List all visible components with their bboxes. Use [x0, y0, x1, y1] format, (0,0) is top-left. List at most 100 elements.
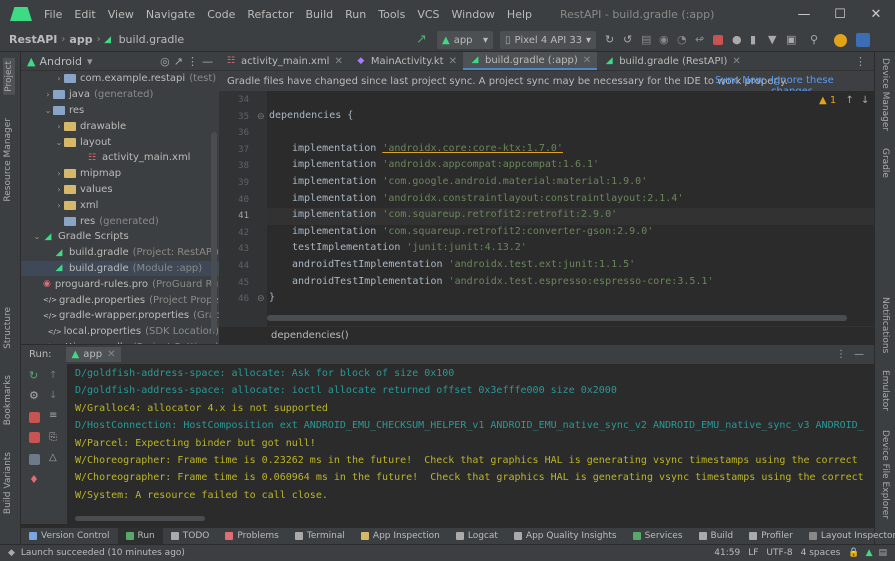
rerun-icon[interactable]: ↻	[605, 34, 617, 46]
fold-marker-icon[interactable]: ⊖	[257, 112, 265, 122]
project-scrollbar[interactable]	[211, 132, 217, 332]
tool-tab-bookmarks[interactable]: Bookmarks	[3, 375, 13, 425]
close-tab-icon[interactable]: ✕	[732, 56, 740, 67]
status-toggle-icon[interactable]: ◆	[8, 548, 15, 558]
code-line[interactable]: androidTestImplementation 'androidx.test…	[292, 276, 713, 287]
print-icon[interactable]: ⎘	[49, 432, 60, 443]
expand-arrow-icon[interactable]: ›	[54, 185, 64, 194]
collapse-all-icon[interactable]: ◎	[160, 55, 170, 68]
menu-refactor[interactable]: Refactor	[241, 8, 299, 21]
editor-tab[interactable]: ◢ build.gradle (:app) ✕	[462, 52, 598, 70]
breadcrumb-file[interactable]: build.gradle	[116, 33, 188, 46]
tree-item[interactable]: res (generated)	[21, 213, 219, 229]
search-icon[interactable]: ⚲	[810, 34, 822, 46]
tree-item[interactable]: › mipmap	[21, 166, 219, 182]
tool-window-button[interactable]: Logcat	[448, 528, 506, 544]
line-separator[interactable]: LF	[748, 548, 758, 558]
sync-gradle-icon[interactable]: ●	[732, 34, 744, 46]
code-line[interactable]: implementation 'com.squareup.retrofit2:r…	[292, 209, 617, 220]
tool-tab-gradle[interactable]: Gradle	[880, 148, 890, 178]
tree-item[interactable]: ⌄ layout	[21, 134, 219, 150]
tree-item[interactable]: </> local.properties (SDK Location)	[21, 324, 219, 340]
tool-window-button[interactable]: Profiler	[741, 528, 801, 544]
tree-item[interactable]: ☷ activity_main.xml	[21, 150, 219, 166]
tree-item[interactable]: ◉proguard-rules.pro(ProGuard Rules	[21, 276, 219, 292]
apply-changes-icon[interactable]: ↺	[623, 34, 635, 46]
tool-window-button[interactable]: Terminal	[287, 528, 353, 544]
expand-arrow-icon[interactable]: ⌄	[54, 138, 64, 147]
expand-arrow-icon[interactable]: ⌄	[43, 106, 53, 115]
expand-arrow-icon[interactable]: ⌄	[32, 232, 42, 241]
tree-item[interactable]: › values	[21, 182, 219, 198]
menu-vcs[interactable]: VCS	[411, 8, 445, 21]
project-view-select[interactable]: Android	[39, 55, 82, 68]
stop-icon[interactable]	[713, 35, 723, 45]
indent-setting[interactable]: 4 spaces	[801, 548, 841, 558]
menu-navigate[interactable]: Navigate	[140, 8, 201, 21]
options-icon[interactable]: ⋮	[187, 55, 198, 68]
scroll-down-icon[interactable]: ↓	[49, 390, 60, 401]
editor-tab[interactable]: ◢ build.gradle (RestAPI) ✕	[597, 52, 747, 70]
tree-item[interactable]: ⌄ res	[21, 103, 219, 119]
code-line[interactable]: implementation 'androidx.appcompat:appco…	[292, 159, 599, 170]
hide-panel-icon[interactable]: —	[854, 349, 864, 360]
tool-tab-resource-manager[interactable]: Resource Manager	[3, 118, 13, 202]
expand-icon[interactable]: ↗	[174, 55, 183, 68]
close-tab-icon[interactable]: ✕	[449, 56, 457, 67]
tab-options-icon[interactable]: ⋮	[855, 55, 866, 68]
tool-tab-build-variants[interactable]: Build Variants	[3, 452, 13, 514]
tree-item[interactable]: ⌄ ◢ Gradle Scripts	[21, 229, 219, 245]
code-line[interactable]: implementation 'androidx.core:core-ktx:1…	[292, 143, 563, 154]
editor-horizontal-scrollbar[interactable]	[267, 315, 847, 321]
tree-item[interactable]: </>gradle-wrapper.properties(Gradle V	[21, 308, 219, 324]
tool-window-button[interactable]: TODO	[163, 528, 218, 544]
menu-view[interactable]: View	[102, 8, 140, 21]
tool-tab-structure[interactable]: Structure	[3, 307, 13, 349]
tree-item[interactable]: › xml	[21, 197, 219, 213]
editor-tab[interactable]: ☷ activity_main.xml ✕	[219, 52, 349, 70]
menu-run[interactable]: Run	[339, 8, 372, 21]
attach-debugger-icon[interactable]: ↫	[695, 34, 707, 46]
expand-arrow-icon[interactable]: ›	[54, 201, 64, 210]
code-line[interactable]: dependencies {	[269, 110, 353, 121]
tool-window-button[interactable]: Run	[117, 528, 163, 544]
run-configuration-select[interactable]: ▲ app ▾	[437, 31, 493, 49]
code-line[interactable]: implementation 'androidx.constraintlayou…	[292, 193, 683, 204]
maximize-icon[interactable]: ☐	[822, 0, 858, 28]
restore-layout-icon[interactable]	[29, 454, 40, 465]
expand-arrow-icon[interactable]: ›	[54, 74, 64, 83]
sdk-manager-icon[interactable]: ▼	[768, 34, 780, 46]
stop-app-icon[interactable]	[29, 432, 40, 443]
device-select[interactable]: ▯ Pixel 4 API 33 ▾	[500, 31, 596, 49]
close-tab-icon[interactable]: ✕	[334, 56, 342, 67]
settings-gear-icon[interactable]: ⚙	[29, 390, 40, 401]
previous-highlight-icon[interactable]: ↑	[845, 95, 853, 106]
memory-indicator-icon[interactable]: ▤	[878, 548, 887, 558]
menu-help[interactable]: Help	[501, 8, 538, 21]
close-icon[interactable]: ✕	[858, 0, 894, 28]
chevron-down-icon[interactable]: ▾	[87, 55, 93, 68]
run-console[interactable]: D/goldfish-address-space: allocate: Ask …	[67, 364, 874, 524]
close-tab-icon[interactable]: ✕	[107, 349, 115, 360]
menu-file[interactable]: File	[38, 8, 68, 21]
breadcrumb-dependencies[interactable]: dependencies()	[271, 330, 349, 341]
menu-edit[interactable]: Edit	[68, 8, 101, 21]
code-line[interactable]: implementation 'com.squareup.retrofit2:c…	[292, 226, 653, 237]
menu-window[interactable]: Window	[446, 8, 501, 21]
tree-item[interactable]: ◢ build.gradle (Project: RestAPI)	[21, 245, 219, 261]
tool-window-button[interactable]: Build	[691, 528, 742, 544]
code-line[interactable]: androidTestImplementation 'androidx.test…	[292, 259, 635, 270]
code-line[interactable]: testImplementation 'junit:junit:4.13.2'	[292, 242, 527, 253]
rerun-icon[interactable]: ↻	[29, 370, 40, 381]
layout-inspector-button[interactable]: Layout Inspector	[801, 531, 895, 541]
device-manager-icon[interactable]: ▮	[750, 34, 762, 46]
sync-now-link[interactable]: Sync Now	[715, 75, 764, 86]
tool-window-button[interactable]: App Quality Insights	[506, 528, 625, 544]
tree-item[interactable]: </>gradle.properties(Project Properties	[21, 292, 219, 308]
tool-tab-device-file-explorer[interactable]: Device File Explorer	[880, 430, 890, 519]
minimize-icon[interactable]: —	[786, 0, 822, 28]
code-line[interactable]: implementation 'com.google.android.mater…	[292, 176, 647, 187]
tree-item[interactable]: › drawable	[21, 118, 219, 134]
editor-tab[interactable]: ◆ MainActivity.kt ✕	[349, 52, 463, 70]
expand-arrow-icon[interactable]: ›	[54, 122, 64, 131]
